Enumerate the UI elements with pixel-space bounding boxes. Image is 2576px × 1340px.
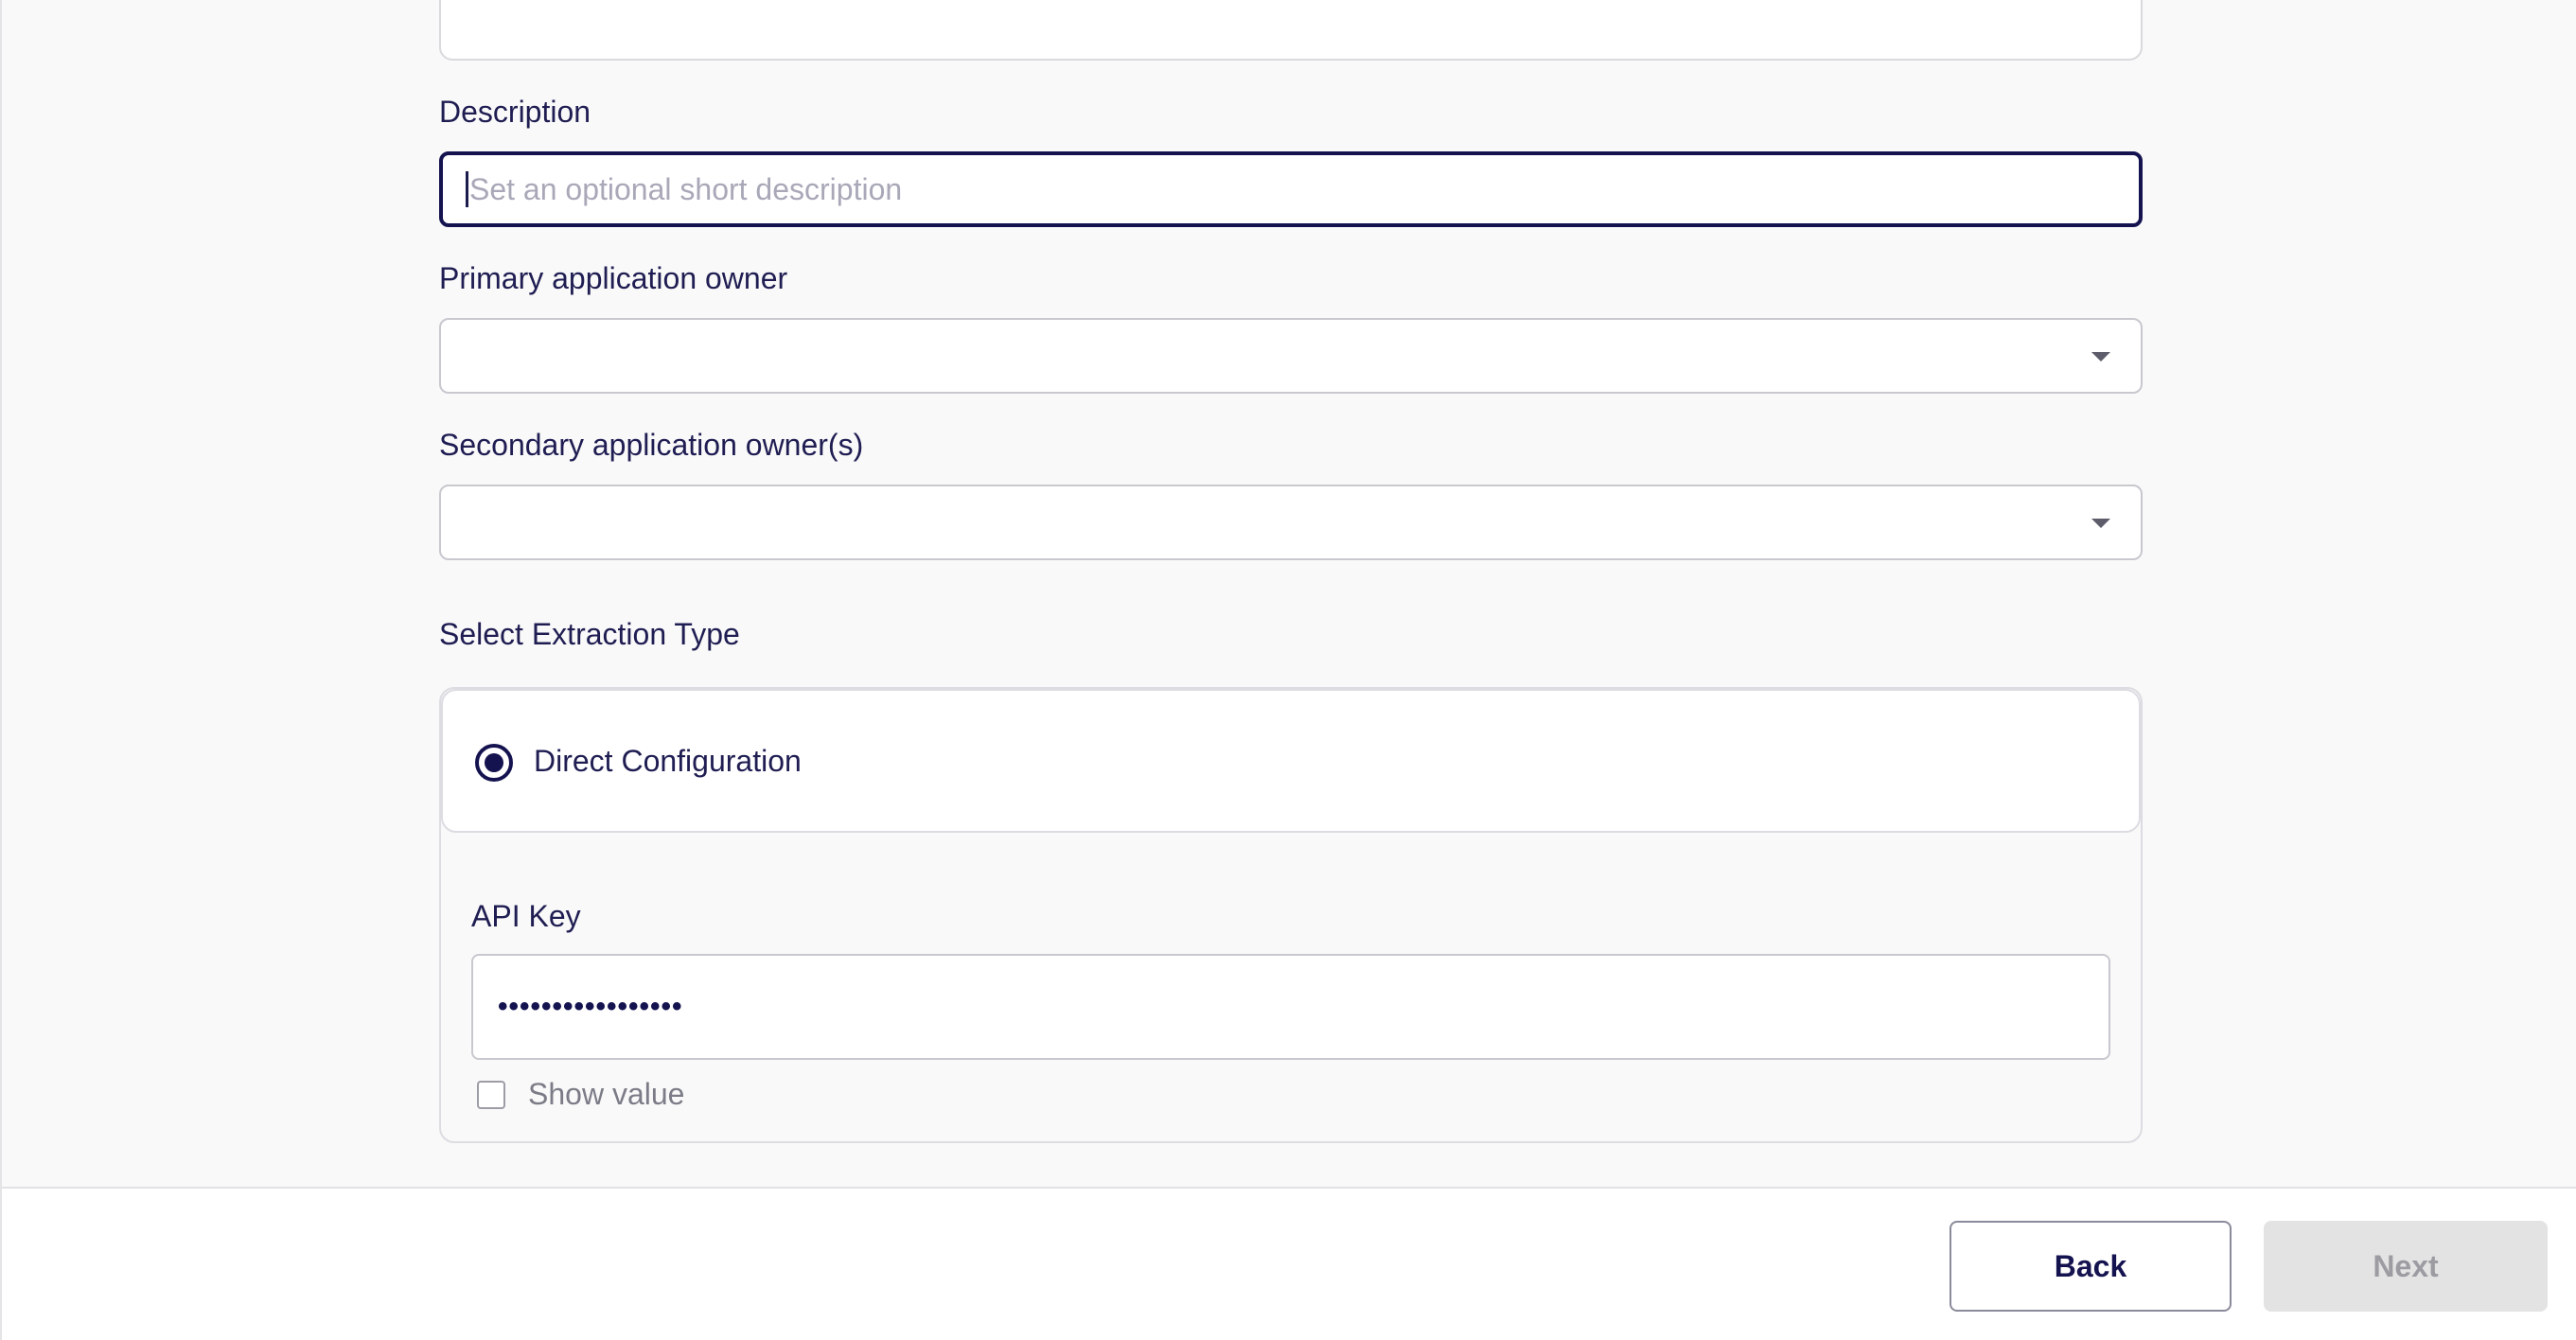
description-label: Description	[439, 95, 591, 129]
primary-owner-label: Primary application owner	[439, 261, 788, 295]
direct-configuration-label: Direct Configuration	[534, 744, 802, 778]
chevron-down-icon	[2091, 519, 2110, 528]
radio-button-selected[interactable]	[475, 744, 513, 782]
wizard-page: Description Set an optional short descri…	[0, 0, 2576, 1340]
description-input[interactable]: Set an optional short description	[439, 151, 2143, 227]
name-input[interactable]	[439, 0, 2143, 61]
back-button[interactable]: Back	[1950, 1221, 2232, 1312]
show-value-label[interactable]: Show value	[528, 1077, 684, 1112]
api-key-label: API Key	[471, 899, 581, 933]
secondary-owner-select[interactable]	[439, 485, 2143, 560]
description-placeholder: Set an optional short description	[469, 171, 903, 206]
radio-dot-icon	[485, 753, 503, 772]
wizard-footer: Back Next	[2, 1187, 2576, 1340]
extraction-type-group: Direct Configuration API Key •••••••••••…	[439, 687, 2143, 1143]
chevron-down-icon	[2091, 352, 2110, 361]
secondary-owner-label: Secondary application owner(s)	[439, 428, 864, 462]
text-caret	[466, 171, 468, 207]
api-key-input[interactable]: •••••••••••••••••	[471, 954, 2110, 1060]
direct-configuration-option[interactable]: Direct Configuration	[441, 689, 2141, 833]
extraction-type-label: Select Extraction Type	[439, 617, 740, 651]
show-value-checkbox[interactable]	[477, 1081, 505, 1109]
primary-owner-select[interactable]	[439, 318, 2143, 394]
next-button[interactable]: Next	[2264, 1221, 2548, 1312]
